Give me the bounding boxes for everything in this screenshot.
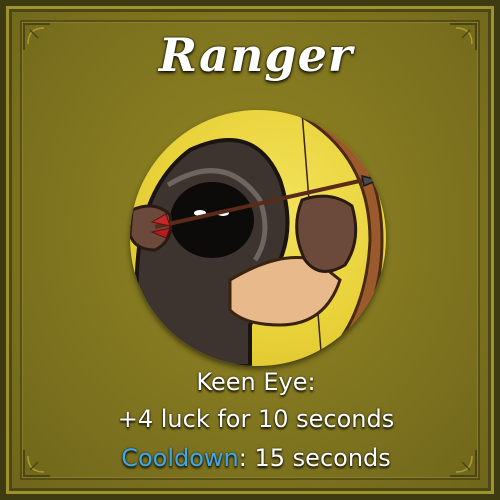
ability-name: Keen Eye: bbox=[196, 368, 316, 396]
cooldown-separator: : bbox=[238, 444, 247, 472]
cooldown-line: Cooldown: 15 seconds bbox=[6, 444, 500, 472]
hooded-archer-icon bbox=[130, 110, 386, 366]
cooldown-label: Cooldown bbox=[121, 444, 239, 472]
class-card: Ranger Keen Eye: +4 luck for 10 seconds … bbox=[0, 0, 500, 500]
ability-description: +4 luck for 10 seconds bbox=[117, 405, 395, 433]
cooldown-value: 15 seconds bbox=[246, 444, 391, 472]
class-title: Ranger bbox=[158, 28, 354, 82]
